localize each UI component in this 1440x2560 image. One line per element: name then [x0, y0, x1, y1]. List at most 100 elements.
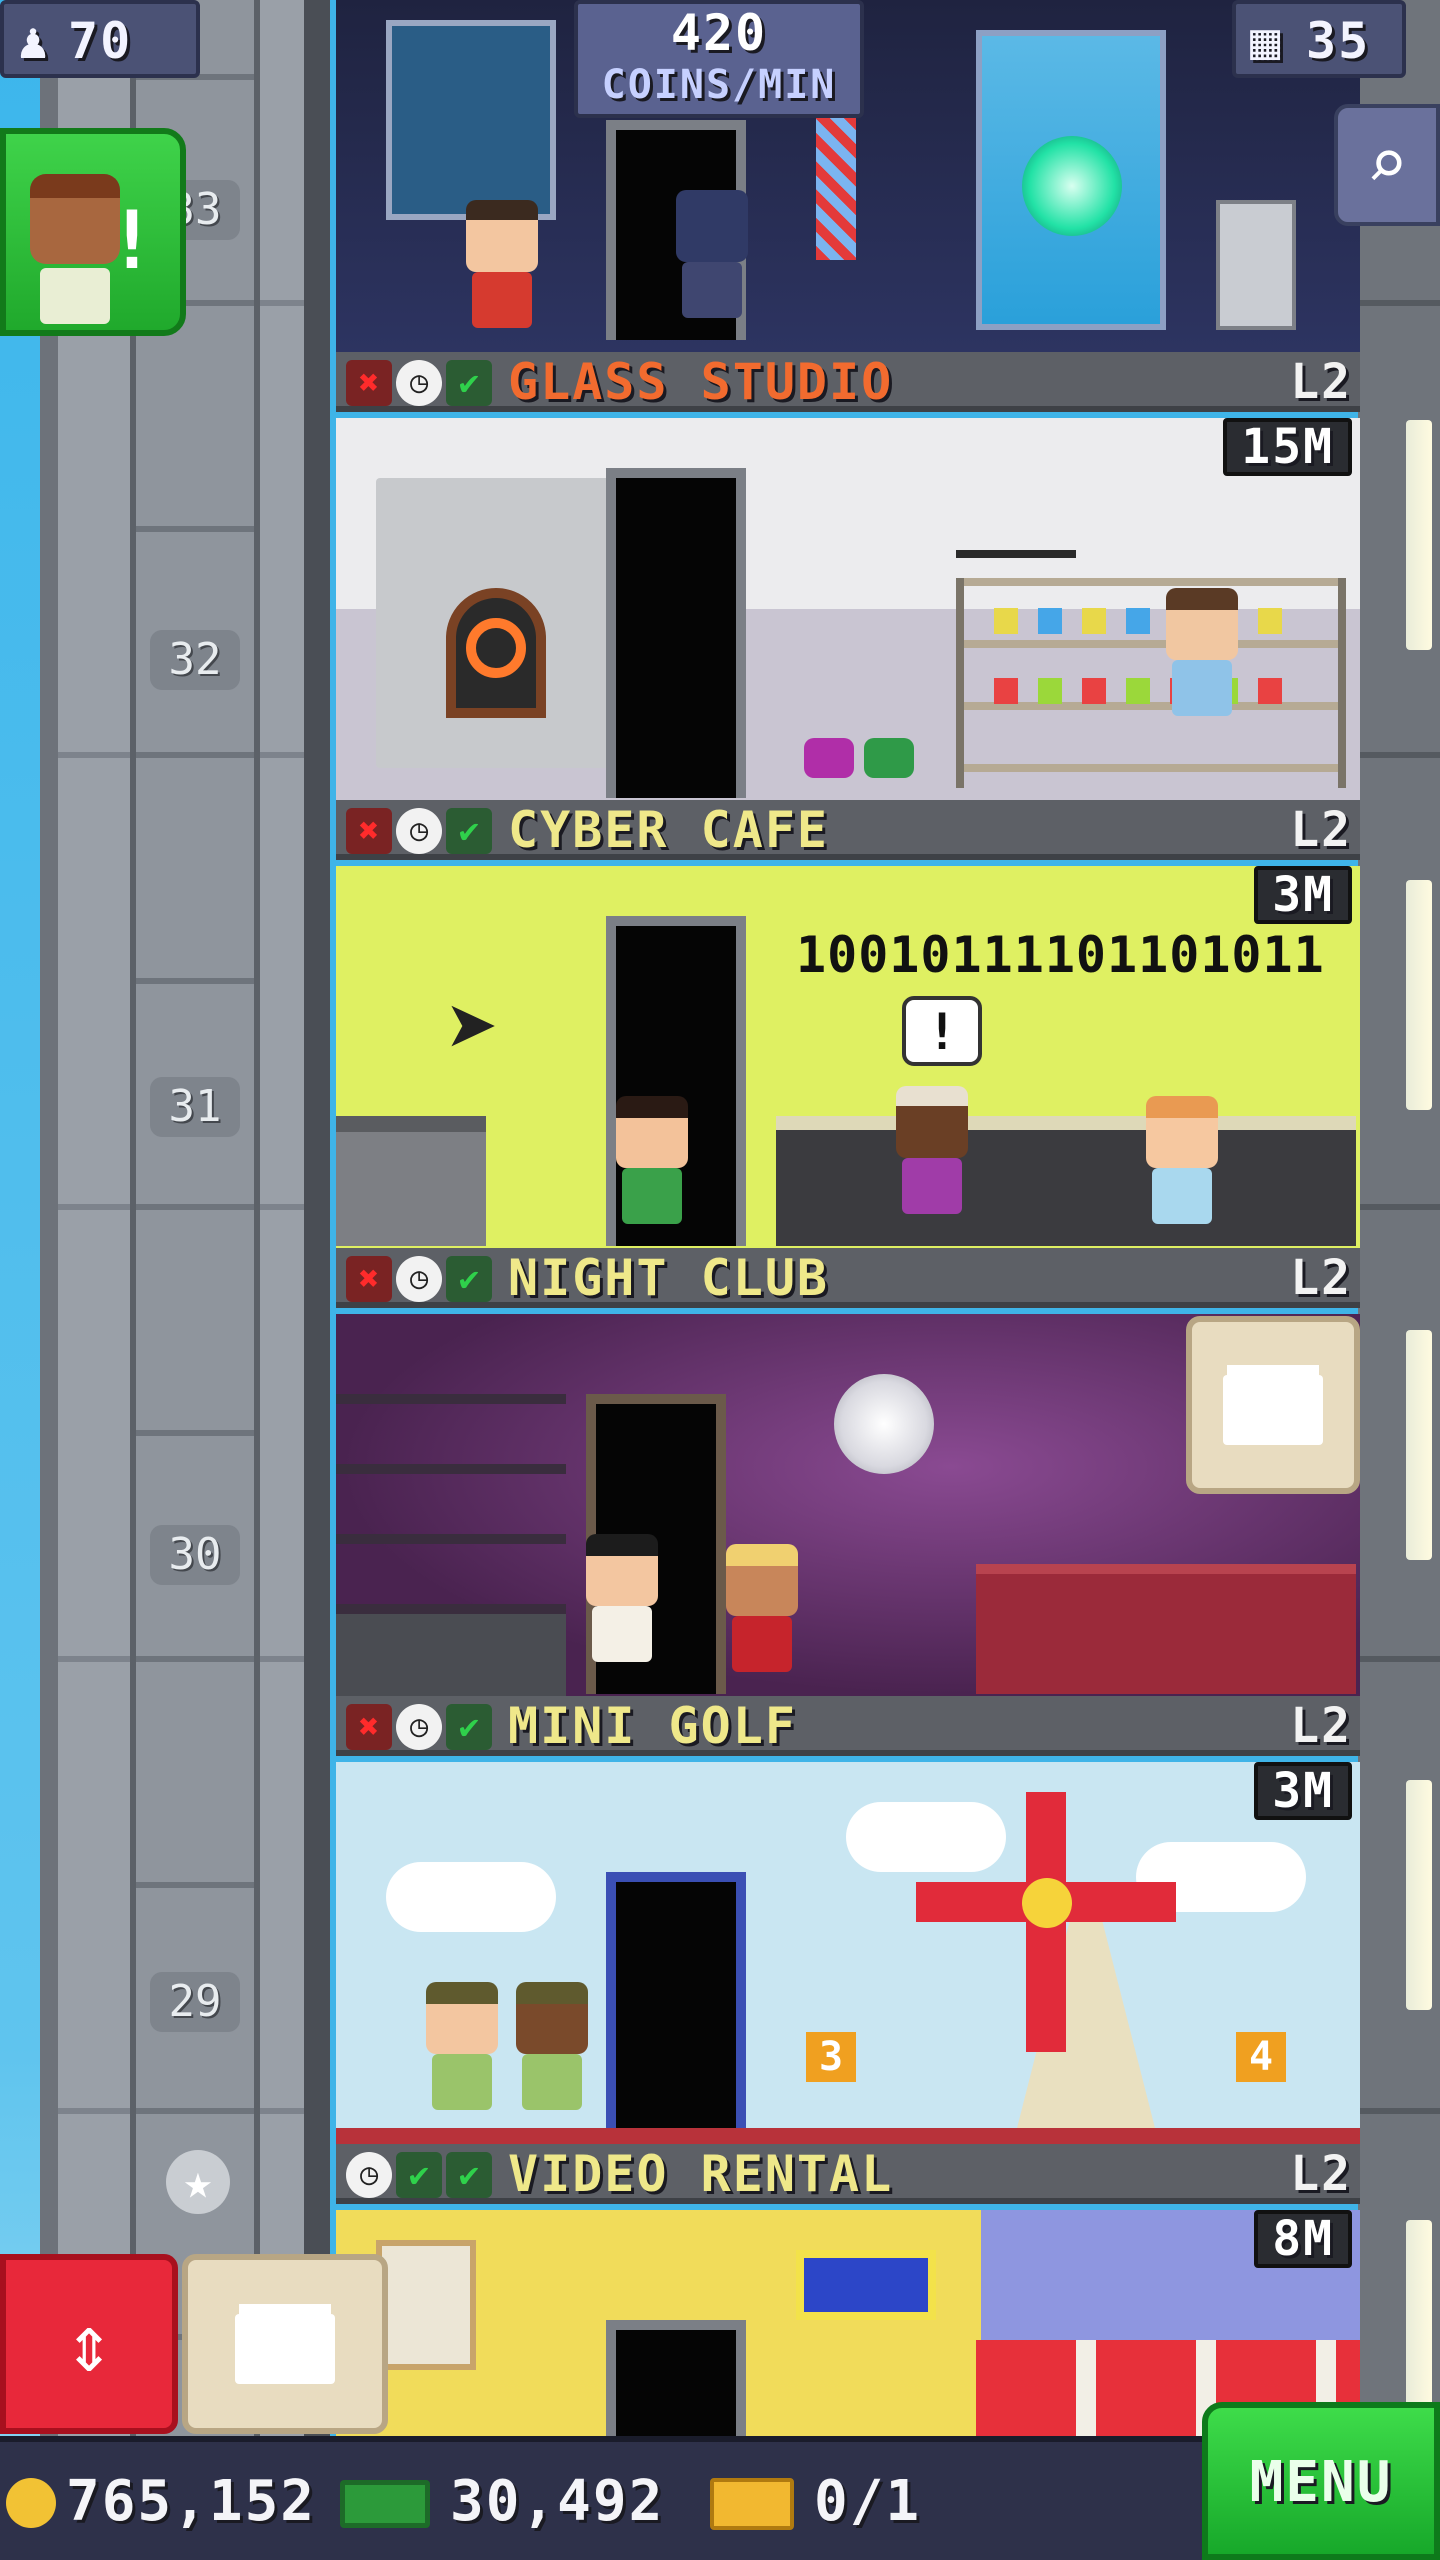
- bitizen-batman[interactable]: [676, 190, 748, 318]
- floor-header: ✖ ◷ ✔ CYBER CAFE L2: [336, 800, 1360, 860]
- coin-icon: [6, 2478, 56, 2528]
- restock-timer[interactable]: 15M: [1223, 418, 1352, 476]
- floor-number: 29: [150, 1972, 240, 2032]
- floor-cyber-cafe[interactable]: ✖ ◷ ✔ CYBER CAFE L2 3M ➤ 100101111011010…: [336, 800, 1360, 1248]
- floor-number: 30: [150, 1525, 240, 1585]
- mini-golf-room: 3 4: [336, 1762, 1360, 2144]
- person-icon: ♟: [18, 12, 51, 70]
- magnifier-icon[interactable]: ⌕: [1334, 104, 1440, 226]
- restock-timer[interactable]: 3M: [1254, 1762, 1352, 1820]
- floor-title: VIDEO RENTAL: [508, 2145, 894, 2203]
- glass-vase-green: [864, 738, 914, 778]
- bux-value: 30,492: [450, 2469, 665, 2534]
- lounge-sofa: [976, 1564, 1356, 1694]
- floor-level: L2: [1290, 354, 1352, 410]
- floor-level: L2: [1290, 1250, 1352, 1306]
- exclamation-bubble[interactable]: !: [902, 996, 982, 1066]
- glass-studio-room: [336, 418, 1360, 800]
- coins-per-min-value: 420: [670, 4, 768, 62]
- check-icon: ✔: [446, 1704, 492, 1750]
- box-icon: [1223, 1375, 1323, 1445]
- golf-rail: [336, 2128, 1360, 2144]
- clock-icon: ◷: [346, 2152, 392, 2198]
- tower-window: [1406, 880, 1432, 1110]
- cursor-icon: ➤: [446, 976, 501, 1081]
- floor-header: ✖ ◷ ✔ GLASS STUDIO L2: [336, 352, 1360, 412]
- up-down-arrow-icon[interactable]: ⇕: [0, 2254, 178, 2434]
- cloud: [386, 1862, 556, 1932]
- bitizen-clubber[interactable]: [586, 1534, 658, 1662]
- bar-shelves: [336, 1394, 566, 1644]
- sky-background: [0, 0, 40, 2560]
- clock-icon: ◷: [396, 808, 442, 854]
- floor-mini-golf[interactable]: ✖ ◷ ✔ MINI GOLF L2 3M 3 4: [336, 1696, 1360, 2144]
- elevator-door: [606, 2320, 746, 2436]
- close-icon: ✖: [346, 808, 392, 854]
- check-icon: ✔: [396, 2152, 442, 2198]
- floor-level: L2: [1290, 802, 1352, 858]
- floor-header: ✖ ◷ ✔ MINI GOLF L2: [336, 1696, 1360, 1756]
- bitizen-robin[interactable]: [466, 200, 538, 328]
- population-counter[interactable]: ♟ 70: [0, 0, 200, 78]
- cafe-counter: [336, 1116, 486, 1246]
- floor-video-rental[interactable]: ◷ ✔ ✔ VIDEO RENTAL L2 8M: [336, 2144, 1360, 2444]
- floor-header: ◷ ✔ ✔ VIDEO RENTAL L2: [336, 2144, 1360, 2204]
- stock-all-button[interactable]: [182, 2254, 388, 2434]
- tickets-value: 0/1: [814, 2469, 922, 2534]
- floor-glass-studio[interactable]: ✖ ◷ ✔ GLASS STUDIO L2 15M: [336, 352, 1360, 800]
- restock-timer[interactable]: 8M: [1254, 2210, 1352, 2268]
- hole-marker: 3: [806, 2032, 856, 2082]
- check-icon: ✔: [446, 2152, 492, 2198]
- exclamation-icon: !: [107, 194, 156, 287]
- restock-timer[interactable]: 3M: [1254, 866, 1352, 924]
- check-icon: ✔: [446, 808, 492, 854]
- population-value: 70: [68, 12, 133, 70]
- bitizen-alert-button[interactable]: !: [0, 128, 186, 336]
- bitizen-golfer[interactable]: [516, 1982, 588, 2110]
- tool-rack: [956, 528, 1076, 558]
- hole-marker: 4: [1236, 2032, 1286, 2082]
- bar-counter: [336, 1614, 566, 1696]
- bitizen-worker[interactable]: [1166, 588, 1238, 716]
- check-icon: ✔: [446, 1256, 492, 1302]
- clock-icon: ◷: [396, 1704, 442, 1750]
- close-icon: ✖: [346, 1704, 392, 1750]
- coins-per-min-label: COINS/MIN: [601, 62, 837, 108]
- bitizen-golfer[interactable]: [426, 1982, 498, 2110]
- check-icon: ✔: [446, 360, 492, 406]
- bitizen-avatar: [30, 174, 120, 264]
- floor-level: L2: [1290, 1698, 1352, 1754]
- floor-title: CYBER CAFE: [508, 801, 830, 859]
- cyber-cafe-room: ➤ 10010111101101011 !: [336, 866, 1360, 1248]
- glass-shelves: [956, 578, 1346, 788]
- poster-frame: [386, 20, 556, 220]
- ticket-sign: [796, 2250, 936, 2320]
- tower-window: [1406, 1330, 1432, 1560]
- bitizen-customer[interactable]: [616, 1096, 688, 1224]
- box-icon: [235, 2314, 335, 2384]
- clock-icon: ◷: [396, 1256, 442, 1302]
- glass-vase-purple: [804, 738, 854, 778]
- movie-poster: [376, 2240, 476, 2370]
- floor-counter[interactable]: ▦ 35: [1232, 0, 1406, 78]
- building-icon: ▦: [1250, 12, 1283, 70]
- menu-button[interactable]: MENU: [1202, 2402, 1440, 2560]
- bitizen-customer[interactable]: [1146, 1096, 1218, 1224]
- bitizen-customer[interactable]: [896, 1086, 968, 1214]
- video-rental-room: [336, 2210, 1360, 2436]
- glass-furnace: [376, 478, 616, 768]
- floor-title: NIGHT CLUB: [508, 1249, 830, 1307]
- bitizen-clubber[interactable]: [726, 1544, 798, 1672]
- bux-icon: [340, 2480, 430, 2528]
- coins-per-minute: 420 COINS/MIN: [574, 0, 864, 118]
- tower-right-wall: [1358, 0, 1440, 2560]
- tower-window: [1406, 420, 1432, 650]
- star-icon[interactable]: ★: [166, 2150, 230, 2214]
- computer-desks: [776, 1116, 1356, 1246]
- ticket-icon: [710, 2478, 794, 2530]
- floor-header: ✖ ◷ ✔ NIGHT CLUB L2: [336, 1248, 1360, 1308]
- floor-title: MINI GOLF: [508, 1697, 797, 1755]
- bitizen-body: [40, 268, 110, 324]
- stock-button[interactable]: [1186, 1316, 1360, 1494]
- teleporter-pod: [976, 30, 1166, 330]
